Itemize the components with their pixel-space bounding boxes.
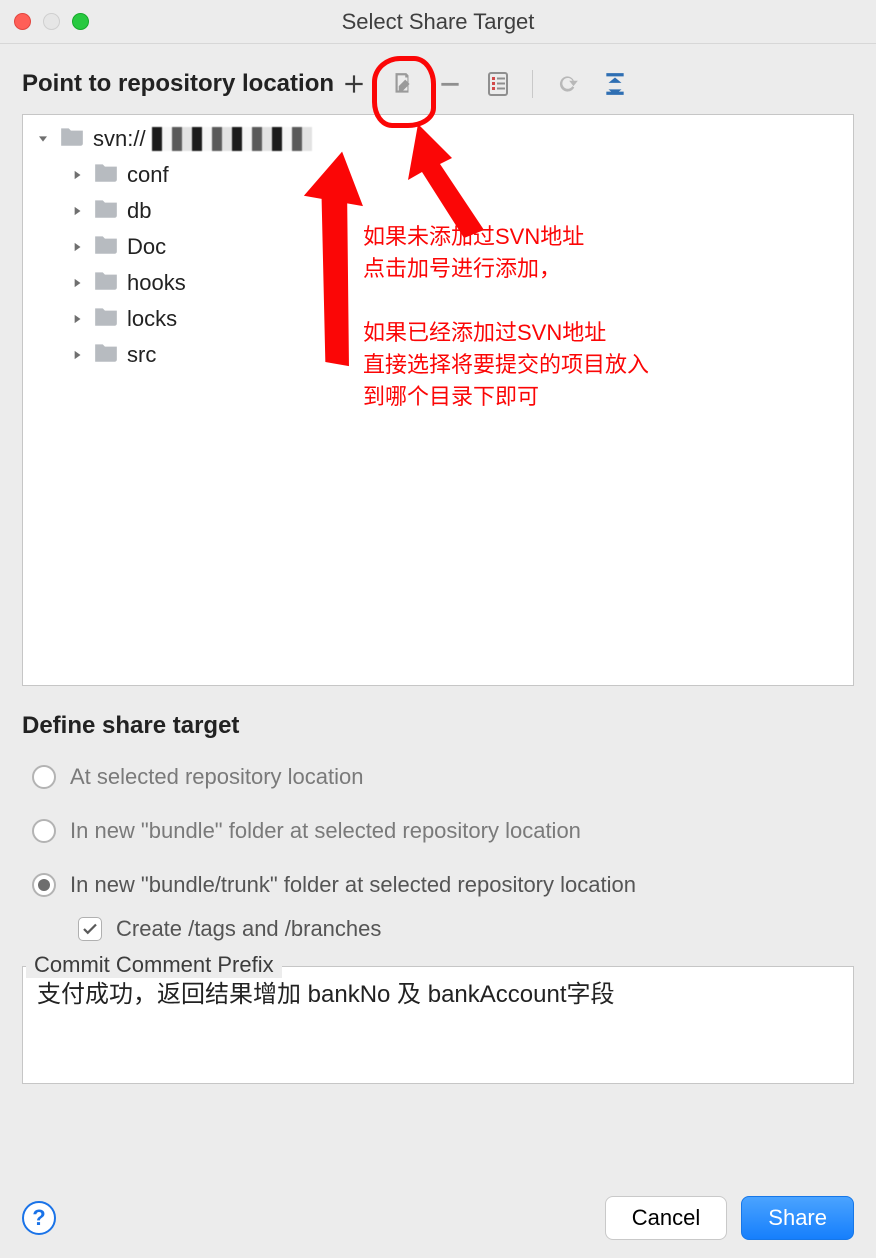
tree-item-label: Doc bbox=[125, 234, 166, 260]
toolbar-separator bbox=[532, 70, 533, 98]
tree-item-label: hooks bbox=[125, 270, 186, 296]
annotation-arrow-1 bbox=[263, 150, 383, 376]
repo-location-heading: Point to repository location bbox=[22, 70, 334, 98]
commit-comment-label: Commit Comment Prefix bbox=[26, 952, 282, 978]
plus-icon bbox=[341, 71, 367, 97]
checkbox-label: Create /tags and /branches bbox=[116, 916, 381, 942]
collapse-all-button[interactable] bbox=[601, 70, 629, 98]
help-button[interactable]: ? bbox=[22, 1201, 56, 1235]
chevron-right-icon[interactable] bbox=[67, 201, 87, 221]
refresh-icon bbox=[554, 71, 580, 97]
commit-comment-input[interactable] bbox=[22, 966, 854, 1084]
remove-repo-button[interactable] bbox=[436, 70, 464, 98]
radio-icon bbox=[32, 765, 56, 789]
tree-item-label: src bbox=[125, 342, 156, 368]
annotation-text-2: 如果已经添加过SVN地址 直接选择将要提交的项目放入 到哪个目录下即可 bbox=[363, 317, 649, 413]
add-repo-button[interactable] bbox=[340, 70, 368, 98]
folder-icon bbox=[93, 305, 119, 333]
option-label: At selected repository location bbox=[70, 764, 364, 790]
folder-icon bbox=[93, 233, 119, 261]
collapse-icon bbox=[602, 71, 628, 97]
tree-item-label: db bbox=[125, 198, 151, 224]
tree-root-label: svn:// bbox=[91, 126, 146, 152]
define-target-heading: Define share target bbox=[22, 712, 854, 740]
cancel-button[interactable]: Cancel bbox=[605, 1196, 727, 1240]
minus-icon bbox=[437, 71, 463, 97]
folder-icon bbox=[93, 161, 119, 189]
checklist-icon bbox=[486, 71, 510, 97]
window-title: Select Share Target bbox=[0, 9, 876, 35]
chevron-right-icon[interactable] bbox=[67, 273, 87, 293]
tree-item-label: locks bbox=[125, 306, 177, 332]
annotation-circle bbox=[372, 56, 436, 128]
tree-item-label: conf bbox=[125, 162, 169, 188]
titlebar: Select Share Target bbox=[0, 0, 876, 44]
chevron-down-icon[interactable] bbox=[33, 129, 53, 149]
chevron-right-icon[interactable] bbox=[67, 345, 87, 365]
checklist-button[interactable] bbox=[484, 70, 512, 98]
folder-icon bbox=[93, 269, 119, 297]
option-label: In new "bundle/trunk" folder at selected… bbox=[70, 872, 636, 898]
commit-comment-fieldset: Commit Comment Prefix bbox=[22, 966, 854, 1090]
refresh-button[interactable] bbox=[553, 70, 581, 98]
radio-selected-icon bbox=[32, 873, 56, 897]
chevron-right-icon[interactable] bbox=[67, 165, 87, 185]
option-at-selected[interactable]: At selected repository location bbox=[22, 754, 854, 808]
option-bundle-trunk-folder[interactable]: In new "bundle/trunk" folder at selected… bbox=[22, 862, 854, 916]
create-tags-branches-checkbox[interactable]: Create /tags and /branches bbox=[22, 916, 854, 952]
folder-icon bbox=[93, 341, 119, 369]
annotation-arrow-2 bbox=[398, 124, 498, 250]
folder-icon bbox=[93, 197, 119, 225]
checkbox-icon bbox=[78, 917, 102, 941]
radio-icon bbox=[32, 819, 56, 843]
redacted-host bbox=[152, 127, 312, 151]
chevron-right-icon[interactable] bbox=[67, 309, 87, 329]
option-bundle-folder[interactable]: In new "bundle" folder at selected repos… bbox=[22, 808, 854, 862]
option-label: In new "bundle" folder at selected repos… bbox=[70, 818, 581, 844]
share-button[interactable]: Share bbox=[741, 1196, 854, 1240]
folder-icon bbox=[59, 125, 85, 153]
chevron-right-icon[interactable] bbox=[67, 237, 87, 257]
